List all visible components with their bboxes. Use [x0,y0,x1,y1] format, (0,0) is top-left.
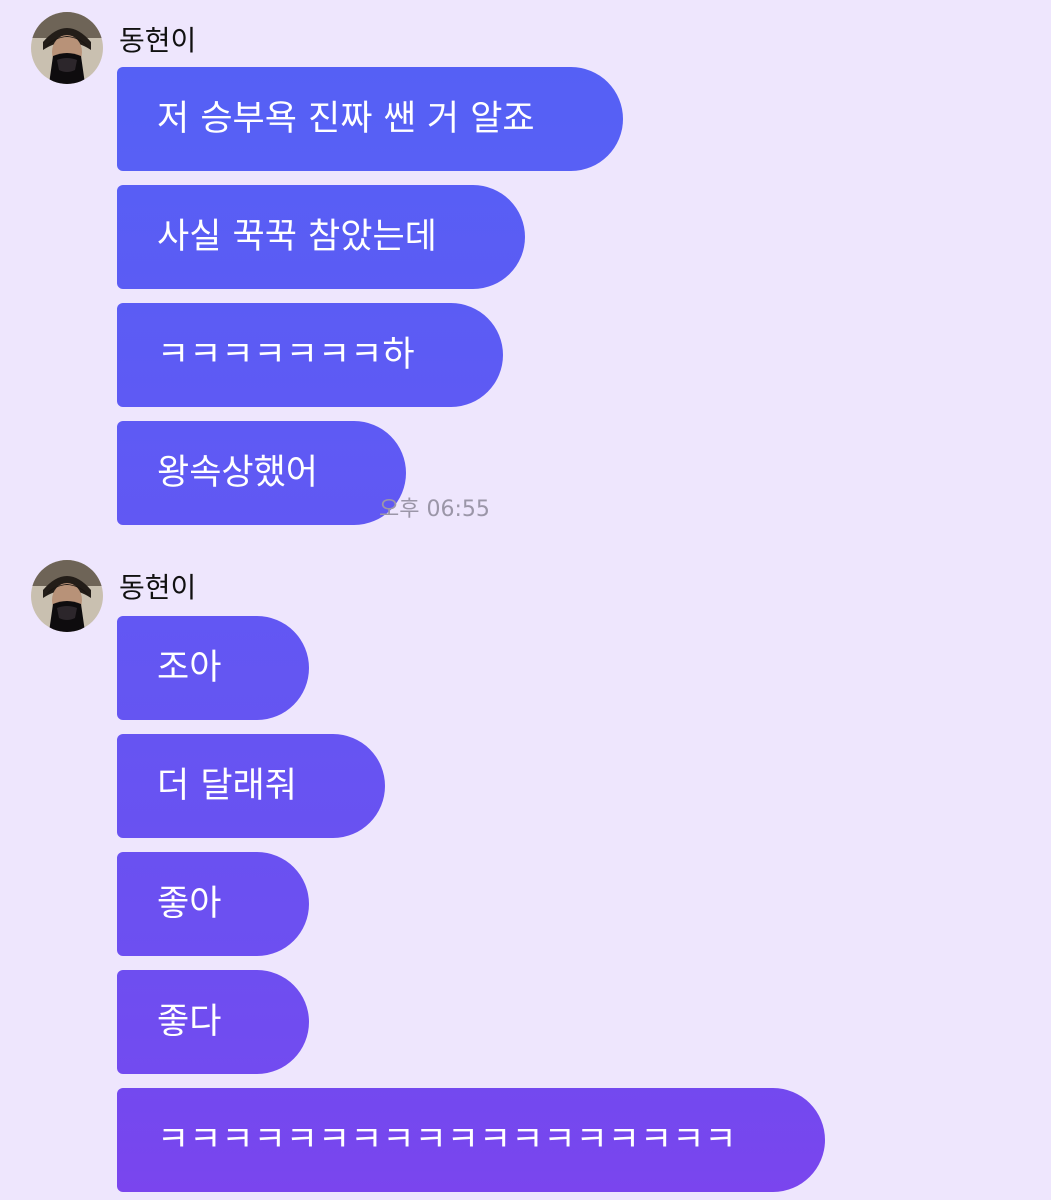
message-timestamp: 오후 06:55 [379,497,490,522]
avatar-image [31,560,103,632]
message-bubble[interactable]: 더 달래줘 [117,734,385,838]
message-bubble[interactable]: 조아 [117,616,310,720]
message-bubble[interactable]: 좋아 [117,852,310,956]
message-bubble[interactable]: 좋다 [117,970,310,1074]
message-bubble[interactable]: 사실 꾹꾹 참았는데 [117,185,525,289]
avatar[interactable] [31,12,103,84]
message-bubble[interactable]: 저 승부욕 진짜 쌘 거 알죠 [117,67,623,171]
avatar[interactable] [31,560,103,632]
avatar-image [31,12,103,84]
message-bubble[interactable]: ㅋㅋㅋㅋㅋㅋㅋㅋㅋㅋㅋㅋㅋㅋㅋㅋㅋㅋ [117,1088,825,1192]
message-bubble[interactable]: 왕속상했어 [117,421,407,525]
sender-name: 동현이 [119,24,197,57]
sender-name: 동현이 [119,571,197,604]
message-bubble[interactable]: ㅋㅋㅋㅋㅋㅋㅋ하 [117,303,503,407]
chat-view[interactable]: 동현이 저 승부욕 진짜 쌘 거 알죠 사실 꾹꾹 참았는데 ㅋㅋㅋㅋㅋㅋㅋ하 … [0,0,1051,1200]
